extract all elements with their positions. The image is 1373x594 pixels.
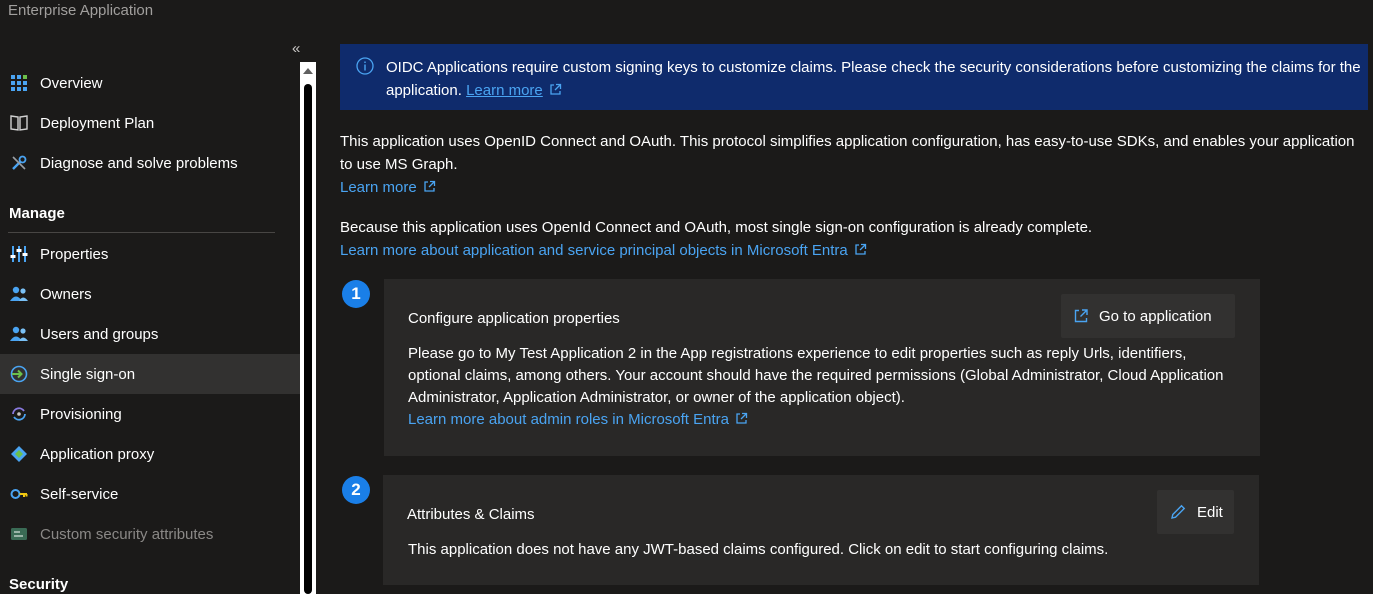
step-2-body: This application does not have any JWT-b… bbox=[408, 541, 1109, 558]
sidebar-item-label: Provisioning bbox=[40, 405, 122, 423]
sidebar-item-label: Deployment Plan bbox=[40, 114, 155, 132]
sidebar-item-label: Self-service bbox=[40, 485, 119, 503]
sidebar-item-label: Overview bbox=[40, 74, 103, 92]
sidebar-item-deployment-plan[interactable]: Deployment Plan bbox=[0, 103, 300, 143]
collapse-sidebar-button[interactable]: « bbox=[292, 40, 300, 57]
step-2-card: Attributes & Claims Edit This applicatio… bbox=[383, 475, 1259, 585]
people-icon bbox=[9, 324, 29, 344]
sign-in-icon bbox=[9, 364, 29, 384]
info-icon bbox=[356, 57, 374, 79]
go-to-application-button[interactable]: Go to application bbox=[1061, 294, 1235, 338]
step-1-text: Please go to My Test Application 2 in th… bbox=[408, 345, 1224, 406]
sidebar-item-label: Single sign-on bbox=[40, 365, 136, 383]
sidebar-item-application-proxy[interactable]: Application proxy bbox=[0, 434, 300, 474]
sso-learn-more-link[interactable]: Learn more about application and service… bbox=[340, 242, 848, 259]
intro-learn-more-link[interactable]: Learn more bbox=[340, 179, 417, 196]
sidebar-item-properties[interactable]: Properties bbox=[0, 234, 300, 274]
book-icon bbox=[9, 113, 29, 133]
banner-learn-more-link[interactable]: Learn more bbox=[466, 82, 543, 99]
sidebar-item-users-and-groups[interactable]: Users and groups bbox=[0, 314, 300, 354]
sidebar-item-self-service[interactable]: Self-service bbox=[0, 474, 300, 514]
section-header-manage: Manage bbox=[9, 205, 65, 222]
edit-button[interactable]: Edit bbox=[1157, 490, 1234, 534]
sidebar-item-label: Owners bbox=[40, 285, 92, 303]
scrollbar-thumb[interactable] bbox=[304, 84, 312, 594]
sidebar-item-label: Users and groups bbox=[40, 325, 159, 343]
step-1-badge: 1 bbox=[342, 280, 370, 308]
key-icon bbox=[9, 484, 29, 504]
sidebar: « Overview Deployment Plan Diagnose and … bbox=[0, 36, 300, 594]
app-title: Enterprise Application bbox=[8, 2, 154, 19]
step-1-body: Please go to My Test Application 2 in th… bbox=[408, 343, 1228, 432]
external-link-icon bbox=[854, 240, 867, 263]
tag-icon bbox=[9, 524, 29, 544]
sidebar-item-owners[interactable]: Owners bbox=[0, 274, 300, 314]
external-link-icon bbox=[549, 80, 562, 103]
step-2-title: Attributes & Claims bbox=[407, 506, 535, 523]
sidebar-item-overview[interactable]: Overview bbox=[0, 63, 300, 103]
people-icon bbox=[9, 284, 29, 304]
edit-label: Edit bbox=[1197, 503, 1223, 521]
external-link-icon bbox=[1073, 308, 1089, 324]
sidebar-item-diagnose[interactable]: Diagnose and solve problems bbox=[0, 143, 300, 183]
sliders-icon bbox=[9, 244, 29, 264]
scroll-up-arrow-icon[interactable] bbox=[303, 68, 313, 74]
grid-icon bbox=[9, 73, 29, 93]
sidebar-item-label: Application proxy bbox=[40, 445, 155, 463]
admin-roles-link[interactable]: Learn more about admin roles in Microsof… bbox=[408, 411, 729, 428]
step-1-card: Configure application properties Go to a… bbox=[384, 279, 1260, 456]
section-header-security: Security bbox=[9, 576, 69, 593]
intro-paragraph: This application uses OpenID Connect and… bbox=[340, 130, 1365, 200]
step-2-badge: 2 bbox=[342, 476, 370, 504]
info-banner: OIDC Applications require custom signing… bbox=[340, 44, 1368, 110]
sidebar-item-custom-security-attributes[interactable]: Custom security attributes bbox=[0, 514, 300, 554]
wrench-icon bbox=[9, 153, 29, 173]
sidebar-item-provisioning[interactable]: Provisioning bbox=[0, 394, 300, 434]
sync-icon bbox=[9, 404, 29, 424]
sidebar-item-label: Diagnose and solve problems bbox=[40, 154, 238, 172]
sso-paragraph: Because this application uses OpenId Con… bbox=[340, 216, 1365, 263]
step-1-title: Configure application properties bbox=[408, 310, 620, 327]
external-link-icon bbox=[735, 410, 748, 432]
sidebar-item-single-sign-on[interactable]: Single sign-on bbox=[0, 354, 300, 394]
divider bbox=[8, 232, 275, 233]
sidebar-scrollbar[interactable] bbox=[300, 62, 316, 594]
sidebar-item-label: Properties bbox=[40, 245, 109, 263]
proxy-icon bbox=[9, 444, 29, 464]
pencil-icon bbox=[1169, 503, 1187, 521]
sidebar-item-label: Custom security attributes bbox=[40, 525, 214, 543]
external-link-icon bbox=[423, 177, 436, 200]
intro-text: This application uses OpenID Connect and… bbox=[340, 133, 1355, 173]
sso-text: Because this application uses OpenId Con… bbox=[340, 219, 1093, 236]
go-to-application-label: Go to application bbox=[1099, 307, 1212, 325]
